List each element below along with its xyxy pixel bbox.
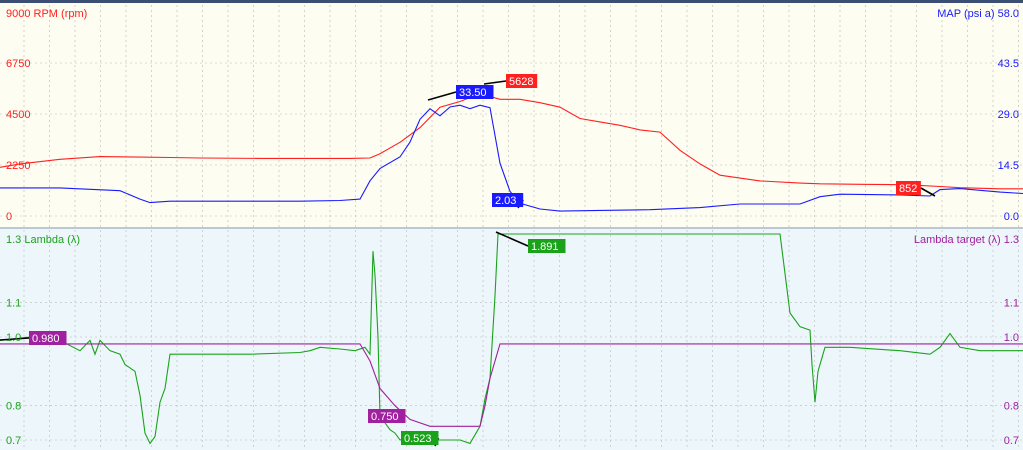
lambda-axis-label: 1.3 Lambda (λ) bbox=[6, 234, 80, 246]
rpm-tick-label: 6750 bbox=[6, 58, 30, 70]
rpm-peak-value: 5628 bbox=[509, 76, 533, 88]
lambda-target-low-flag[interactable]: 0.750 bbox=[368, 409, 406, 423]
map-low-value: 2.03 bbox=[495, 195, 516, 207]
lambda-target-tick-label: 1.0 bbox=[1004, 332, 1019, 344]
lambda-tick-label: 0.8 bbox=[6, 401, 21, 413]
map-axis-label: MAP (psi a) 58.0 bbox=[937, 8, 1019, 20]
map-tick-label: 0.0 bbox=[1004, 211, 1019, 223]
rpm-tick-label: 0 bbox=[6, 211, 12, 223]
map-low-flag[interactable]: 2.03 bbox=[492, 193, 524, 207]
rpm-low-flag[interactable]: 852 bbox=[896, 181, 921, 195]
map-tick-label: 29.0 bbox=[998, 109, 1019, 121]
lambda-tick-label: 1.1 bbox=[6, 298, 21, 310]
lambda-target-tick-label: 0.7 bbox=[1004, 435, 1019, 447]
lambda-target-tick-label: 1.1 bbox=[1004, 298, 1019, 310]
lambda-target-start-value: 0.980 bbox=[32, 333, 60, 345]
rpm-axis-label: 9000 RPM (rpm) bbox=[6, 8, 87, 20]
rpm-tick-label: 2250 bbox=[6, 160, 30, 172]
lambda-target-low-value: 0.750 bbox=[371, 411, 399, 423]
lambda-target-start-flag[interactable]: 0.980 bbox=[29, 331, 67, 345]
lambda-target-tick-label: 0.8 bbox=[1004, 401, 1019, 413]
bottom-pane-background bbox=[0, 228, 1023, 450]
map-tick-label: 14.5 bbox=[998, 160, 1019, 172]
lambda-tick-label: 0.7 bbox=[6, 435, 21, 447]
map-tick-label: 43.5 bbox=[998, 58, 1019, 70]
rpm-tick-label: 4500 bbox=[6, 109, 30, 121]
lambda-tick-label: 1.0 bbox=[6, 332, 21, 344]
lambda-max-flag[interactable]: 1.891 bbox=[528, 239, 566, 253]
rpm-low-value: 852 bbox=[899, 183, 917, 195]
lambda-max-value: 1.891 bbox=[531, 241, 559, 253]
map-peak-value: 33.50 bbox=[459, 87, 487, 99]
lambda-min-value: 0.523 bbox=[404, 433, 432, 445]
lambda-min-flag[interactable]: 0.523 bbox=[401, 431, 439, 445]
rpm-peak-flag[interactable]: 5628 bbox=[506, 74, 538, 88]
map-peak-flag[interactable]: 33.50 bbox=[456, 85, 494, 99]
data-log-chart[interactable]: 9000 RPM (rpm) MAP (psi a) 58.0 6750 450… bbox=[0, 0, 1023, 450]
lambda-target-axis-label: Lambda target (λ) 1.3 bbox=[914, 234, 1019, 246]
